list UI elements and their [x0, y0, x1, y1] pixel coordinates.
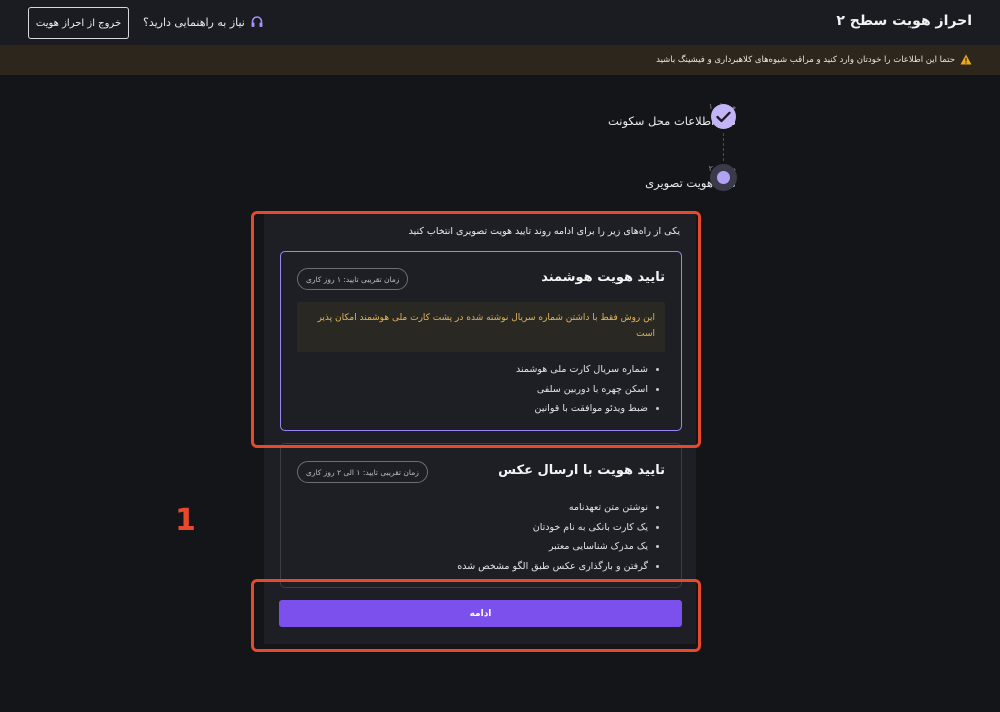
- warning-banner: حتما این اطلاعات را خودتان وارد کنید و م…: [0, 46, 1000, 75]
- highlight-box-options: [251, 211, 701, 448]
- list-item: نوشتن متن تعهدنامه: [457, 498, 659, 518]
- step-2-indicator: [710, 164, 737, 191]
- warning-text: حتما این اطلاعات را خودتان وارد کنید و م…: [656, 54, 955, 65]
- requirements-list: نوشتن متن تعهدنامه یک کارت بانکی به نام …: [457, 498, 659, 576]
- page-title: احراز هویت سطح ۲: [836, 13, 972, 29]
- annotation-marker: 1: [175, 503, 196, 538]
- approval-time-badge: زمان تقریبی تایید: ۱ الی ۲ روز کاری: [297, 461, 428, 483]
- exit-verification-button[interactable]: خروج از احراز هویت: [28, 7, 129, 39]
- top-bar: احراز هویت سطح ۲ خروج از احراز هویت نیاز…: [0, 0, 1000, 46]
- list-item: گرفتن و بارگذاری عکس طبق الگو مشخص شده: [457, 557, 659, 577]
- option-title: تایید هویت با ارسال عکس: [498, 463, 665, 478]
- step-1-indicator: [711, 104, 736, 129]
- help-link[interactable]: نیاز به راهنمایی دارید؟: [143, 15, 264, 29]
- list-item: یک مدرک شناسایی معتبر: [457, 537, 659, 557]
- headset-icon: [251, 16, 263, 27]
- active-step-dot: [717, 171, 730, 184]
- step-connector: [723, 133, 724, 161]
- list-item: یک کارت بانکی به نام خودتان: [457, 518, 659, 538]
- help-text: نیاز به راهنمایی دارید؟: [143, 15, 245, 29]
- option-photo-verification[interactable]: تایید هویت با ارسال عکس زمان تقریبی تایی…: [280, 443, 682, 588]
- warning-icon: [960, 54, 972, 65]
- highlight-box-continue: [251, 579, 701, 652]
- check-icon: [716, 111, 731, 122]
